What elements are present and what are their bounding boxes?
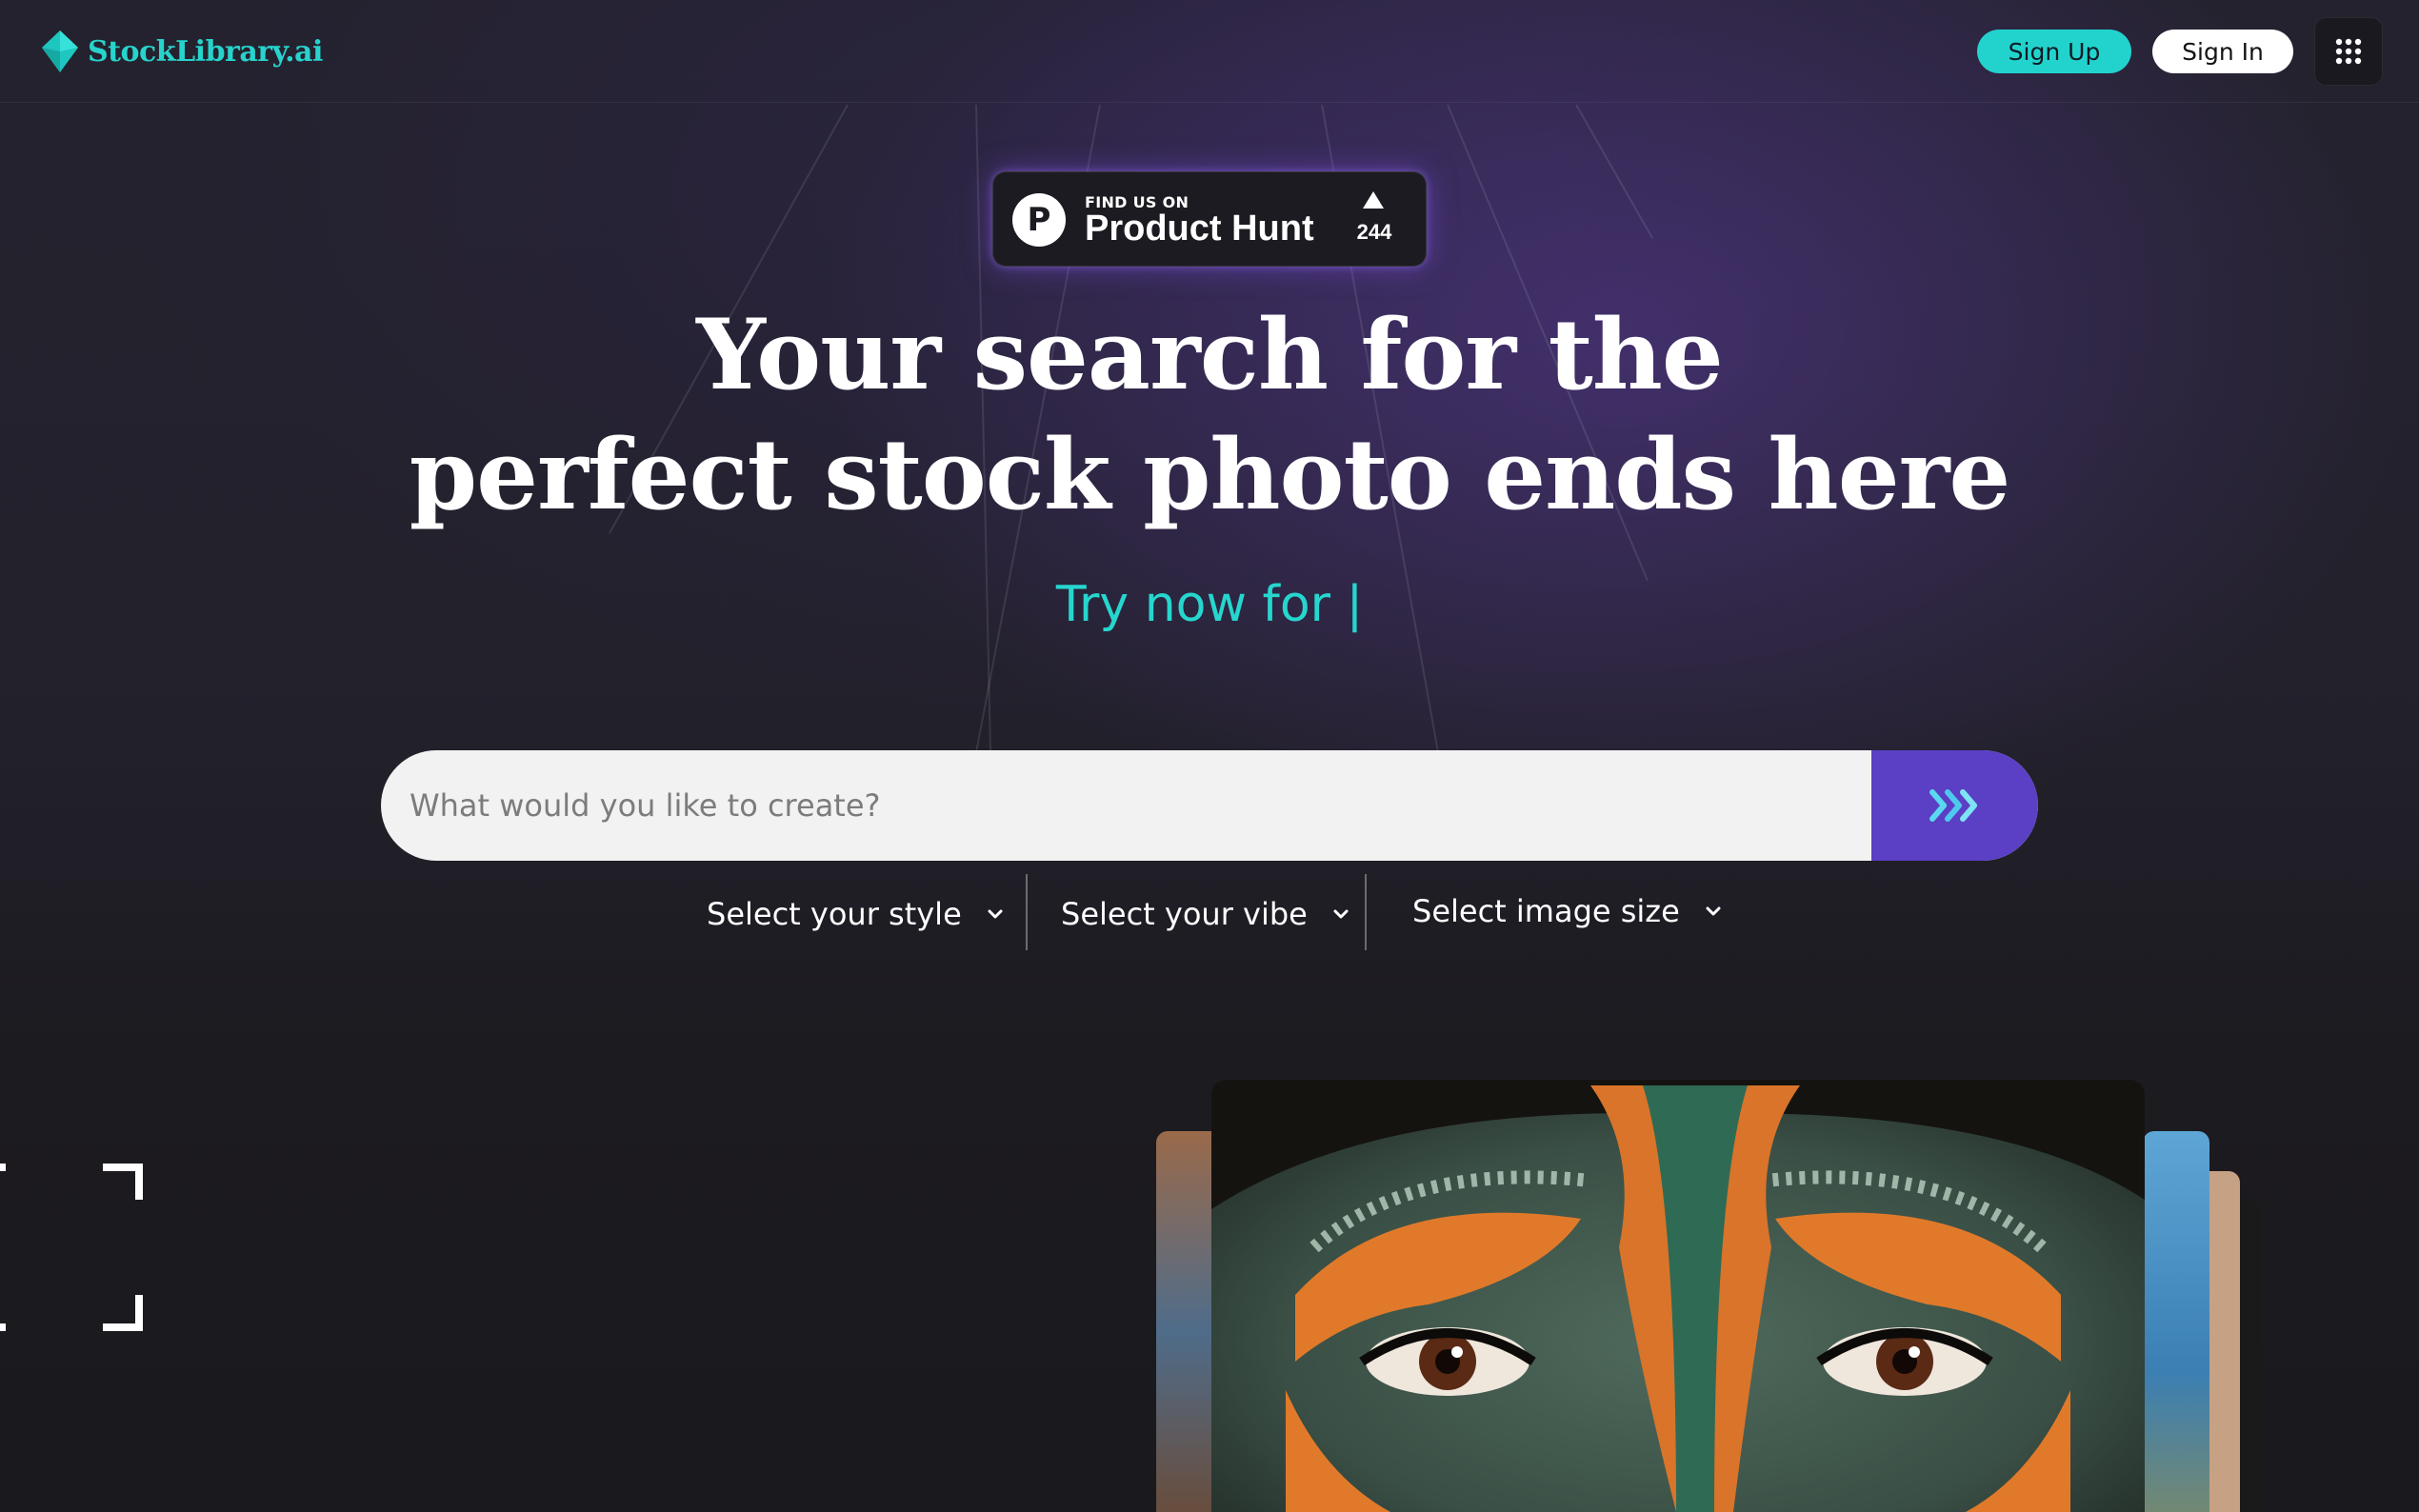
hero-tagline: Try now for | [1055,576,1364,633]
search-input[interactable] [381,750,1871,861]
logo-text: StockLibrary.ai [88,34,323,69]
product-hunt-title: Product Hunt [1085,209,1314,249]
page: StockLibrary.ai Sign Up Sign In P FIND U… [0,0,2419,1512]
viewfinder-frame-icon [0,1164,143,1331]
style-dropdown-label: Select your style [707,896,962,932]
sign-in-button[interactable]: Sign In [2152,30,2293,73]
vibe-dropdown[interactable]: Select your vibe [1061,885,1349,943]
filter-divider [1026,874,1028,950]
top-nav: StockLibrary.ai Sign Up Sign In [0,0,2419,103]
headline-line-1: Your search for the [696,298,1724,412]
sign-up-button[interactable]: Sign Up [1977,30,2131,73]
sample-photo-stack [1156,1080,2261,1512]
style-dropdown[interactable]: Select your style [707,885,1004,943]
logo-diamond-icon [42,30,78,72]
headline-line-2: perfect stock photo ends here [409,418,2011,532]
filter-divider [1365,874,1367,950]
product-hunt-logo-icon: P [1012,193,1066,247]
double-chevron-right-icon [1929,789,1977,822]
grid-icon [2335,38,2362,65]
product-hunt-badge[interactable]: P FIND US ON Product Hunt 244 [992,171,1427,267]
image-size-dropdown-label: Select image size [1412,893,1680,929]
upvote-count: 244 [1356,220,1392,244]
logo[interactable]: StockLibrary.ai [40,27,323,76]
upvote-arrow-icon [1363,191,1384,209]
apps-menu-button[interactable] [2314,17,2383,86]
chevron-down-icon [1333,909,1349,919]
search-bar [381,750,2038,861]
image-size-dropdown[interactable]: Select image size [1412,883,1722,940]
search-submit-button[interactable] [1871,750,2038,861]
chevron-down-icon [988,909,1003,919]
vibe-dropdown-label: Select your vibe [1061,896,1308,932]
chevron-down-icon [1706,906,1721,916]
hero-headline: Your search for the perfect stock photo … [257,295,2162,535]
